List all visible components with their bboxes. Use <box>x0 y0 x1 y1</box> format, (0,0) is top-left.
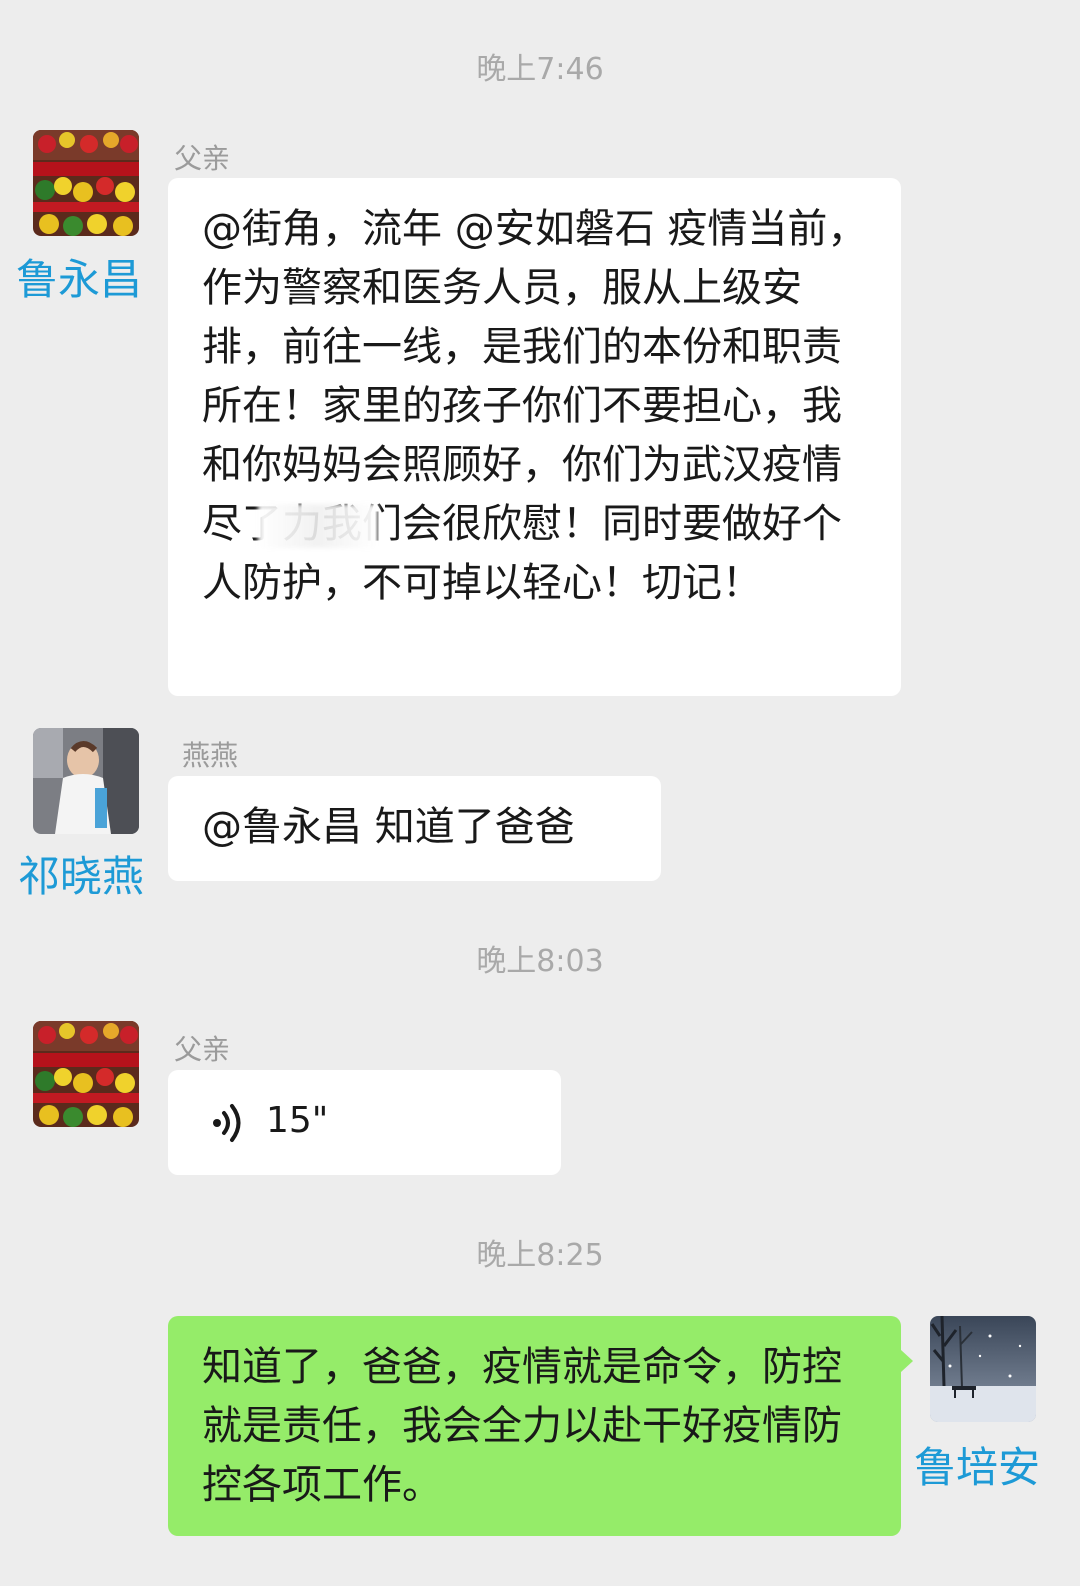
flowers-avatar-icon[interactable] <box>33 130 139 236</box>
child-photo-avatar-icon[interactable] <box>33 728 139 834</box>
avatar-name-label: 鲁培安 <box>914 1443 1041 1492</box>
voice-duration: 15" <box>266 1100 329 1141</box>
message-bubble[interactable]: 知道了，爸爸，疫情就是命令，防控就是责任，我会全力以赴干好疫情防控各项工作。 <box>168 1316 901 1536</box>
sender-name: 燕燕 <box>182 739 239 772</box>
message-bubble[interactable]: @鲁永昌 知道了爸爸 <box>168 776 661 881</box>
sender-name: 父亲 <box>174 142 231 175</box>
bubble-tail <box>901 1350 913 1372</box>
timestamp: 晚上8:25 <box>476 1238 604 1273</box>
flowers-avatar-icon[interactable] <box>33 1021 139 1127</box>
snow-park-avatar-icon[interactable] <box>930 1316 1036 1422</box>
avatar-name-label: 祁晓燕 <box>18 852 145 901</box>
voice-wave-icon <box>213 1104 241 1142</box>
timestamp: 晚上7:46 <box>476 52 604 87</box>
sender-name: 父亲 <box>174 1033 231 1066</box>
redaction-blur <box>258 504 378 548</box>
message-bubble[interactable]: @街角，流年 @安如磐石 疫情当前，作为警察和医务人员，服从上级安排，前往一线，… <box>168 178 901 696</box>
voice-message-bubble[interactable]: 15" <box>168 1070 561 1175</box>
timestamp: 晚上8:03 <box>476 944 604 979</box>
avatar-name-label: 鲁永昌 <box>16 255 143 304</box>
